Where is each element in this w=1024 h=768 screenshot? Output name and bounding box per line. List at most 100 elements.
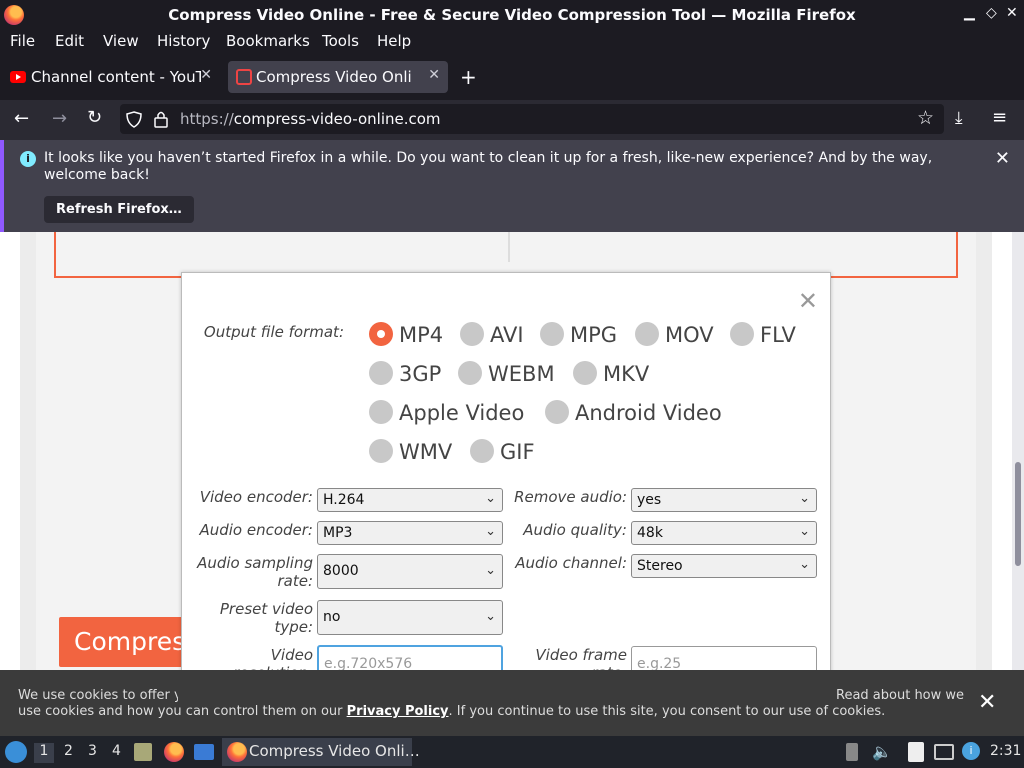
close-dialog-icon[interactable]: ✕ — [798, 287, 818, 315]
format-radio-3gp[interactable]: 3GP — [369, 361, 441, 386]
chevron-down-icon: ⌄ — [799, 557, 810, 572]
taskbar-task-firefox[interactable]: Compress Video Onli… — [222, 738, 420, 766]
start-menu-icon[interactable] — [5, 741, 27, 763]
download-icon[interactable]: ⤓ — [955, 108, 963, 128]
chevron-down-icon: ⌄ — [485, 609, 496, 624]
workspace-4[interactable]: 4 — [112, 743, 121, 759]
scrollbar-thumb[interactable] — [1015, 462, 1021, 566]
close-cookie-icon[interactable]: ✕ — [978, 690, 996, 715]
format-radio-webm[interactable]: WEBM — [458, 361, 555, 386]
url-scheme: https:// — [180, 110, 234, 128]
radio-icon — [369, 361, 393, 385]
new-tab-icon[interactable]: + — [460, 65, 477, 89]
format-radio-mp4[interactable]: MP4 — [369, 322, 443, 347]
battery-icon[interactable] — [846, 743, 858, 761]
tab-bar: Channel content - YouTube ✕ Compress Vid… — [0, 54, 1024, 100]
reload-icon[interactable]: ↻ — [87, 107, 102, 128]
menu-view[interactable]: View — [103, 32, 139, 50]
privacy-policy-link[interactable]: Privacy Policy — [347, 704, 449, 719]
format-radio-flv[interactable]: FLV — [730, 322, 796, 347]
menu-bar: File Edit View History Bookmarks Tools H… — [0, 30, 1024, 54]
audio-channel-select[interactable]: Stereo ⌄ — [631, 554, 817, 578]
url-host: compress-video-online.com — [233, 110, 441, 128]
output-format-label: Output file format: — [203, 323, 344, 341]
radio-selected-icon — [369, 322, 393, 346]
select-value: 48k — [637, 525, 663, 541]
window-titlebar: Compress Video Online - Free & Secure Vi… — [0, 0, 1024, 30]
volume-icon[interactable]: 🔈 — [872, 742, 892, 761]
page-scrollbar[interactable] — [1012, 232, 1024, 736]
format-radio-android-video[interactable]: Android Video — [545, 400, 722, 425]
remove-audio-select[interactable]: yes ⌄ — [631, 488, 817, 512]
forward-icon[interactable]: → — [52, 108, 67, 129]
format-radio-gif[interactable]: GIF — [470, 439, 535, 464]
menu-tools[interactable]: Tools — [322, 32, 359, 50]
close-tab-icon[interactable]: ✕ — [200, 67, 212, 83]
url-bar[interactable]: https://compress-video-online.com ☆ — [120, 104, 944, 134]
format-radio-mpg[interactable]: MPG — [540, 322, 617, 347]
refresh-notification: i It looks like you haven’t started Fire… — [0, 140, 1024, 232]
firefox-launcher-icon[interactable] — [164, 742, 184, 762]
audio-channel-label: Audio channel: — [515, 554, 627, 572]
firefox-icon — [227, 742, 247, 762]
tab-compress-video[interactable]: Compress Video Online - Free & Secure ✕ — [228, 61, 448, 93]
network-icon[interactable] — [934, 744, 954, 760]
select-value: MP3 — [323, 525, 353, 541]
audio-quality-select[interactable]: 48k ⌄ — [631, 521, 817, 545]
web-page: Compress ✕ Output file format: MP4 AVI M… — [0, 232, 1024, 736]
clipboard-icon[interactable] — [908, 742, 924, 762]
notification-message: It looks like you haven’t started Firefo… — [44, 150, 933, 183]
shield-icon — [126, 111, 142, 128]
format-radio-mkv[interactable]: MKV — [573, 361, 649, 386]
format-radio-mov[interactable]: MOV — [635, 322, 714, 347]
menu-file[interactable]: File — [10, 32, 35, 50]
refresh-firefox-button[interactable]: Refresh Firefox… — [44, 196, 194, 223]
format-radio-wmv[interactable]: WMV — [369, 439, 452, 464]
update-notifier-icon[interactable]: i — [962, 742, 980, 760]
tab-label: Channel content - YouTube — [31, 68, 201, 86]
workspace-2[interactable]: 2 — [64, 743, 73, 759]
menu-help[interactable]: Help — [377, 32, 411, 50]
label-line: type: — [274, 618, 313, 636]
hamburger-menu-icon[interactable]: ≡ — [992, 107, 1007, 128]
select-value: H.264 — [323, 492, 365, 508]
label-line: Audio sampling — [197, 554, 313, 572]
cookie-text-line2: use cookies and how you can control them… — [18, 704, 885, 719]
close-tab-icon[interactable]: ✕ — [428, 67, 440, 83]
radio-icon — [635, 322, 659, 346]
format-label: FLV — [760, 323, 796, 347]
close-window-icon[interactable]: ✕ — [1006, 5, 1018, 21]
select-value: yes — [637, 492, 662, 508]
audio-sampling-rate-select[interactable]: 8000 ⌄ — [317, 554, 503, 589]
menu-history[interactable]: History — [157, 32, 210, 50]
format-label: MOV — [665, 323, 714, 347]
chevron-down-icon: ⌄ — [485, 524, 496, 539]
format-radio-apple-video[interactable]: Apple Video — [369, 400, 524, 425]
minimize-icon[interactable]: ▁ — [964, 5, 975, 21]
tab-label: Compress Video Online - Free & Secure — [256, 68, 411, 86]
audio-encoder-select[interactable]: MP3 ⌄ — [317, 521, 503, 545]
radio-icon — [460, 322, 484, 346]
video-encoder-label: Video encoder: — [199, 488, 313, 506]
menu-bookmarks[interactable]: Bookmarks — [226, 32, 310, 50]
task-label: Compress Video Onli… — [249, 742, 420, 760]
label-line: Preset video — [219, 600, 313, 618]
back-icon[interactable]: ← — [14, 108, 29, 129]
bookmark-star-icon[interactable]: ☆ — [917, 107, 934, 129]
navigation-bar: ← → ↻ https://compress-video-online.com … — [0, 100, 1024, 140]
tab-youtube[interactable]: Channel content - YouTube ✕ — [4, 61, 220, 93]
lock-icon — [154, 111, 168, 128]
desktop-icon[interactable] — [194, 744, 214, 760]
file-manager-icon[interactable] — [134, 743, 152, 761]
workspace-1[interactable]: 1 — [34, 743, 54, 763]
close-notification-icon[interactable]: ✕ — [995, 148, 1010, 169]
cookie-text-start: We use cookies to offer you — [18, 688, 178, 703]
menu-edit[interactable]: Edit — [55, 32, 84, 50]
chevron-down-icon: ⌄ — [799, 491, 810, 506]
preset-video-type-select[interactable]: no ⌄ — [317, 600, 503, 635]
video-encoder-select[interactable]: H.264 ⌄ — [317, 488, 503, 512]
preset-video-type-label: Preset video type: — [182, 600, 313, 636]
maximize-icon[interactable]: ◇ — [986, 5, 997, 21]
workspace-3[interactable]: 3 — [88, 743, 97, 759]
format-radio-avi[interactable]: AVI — [460, 322, 524, 347]
